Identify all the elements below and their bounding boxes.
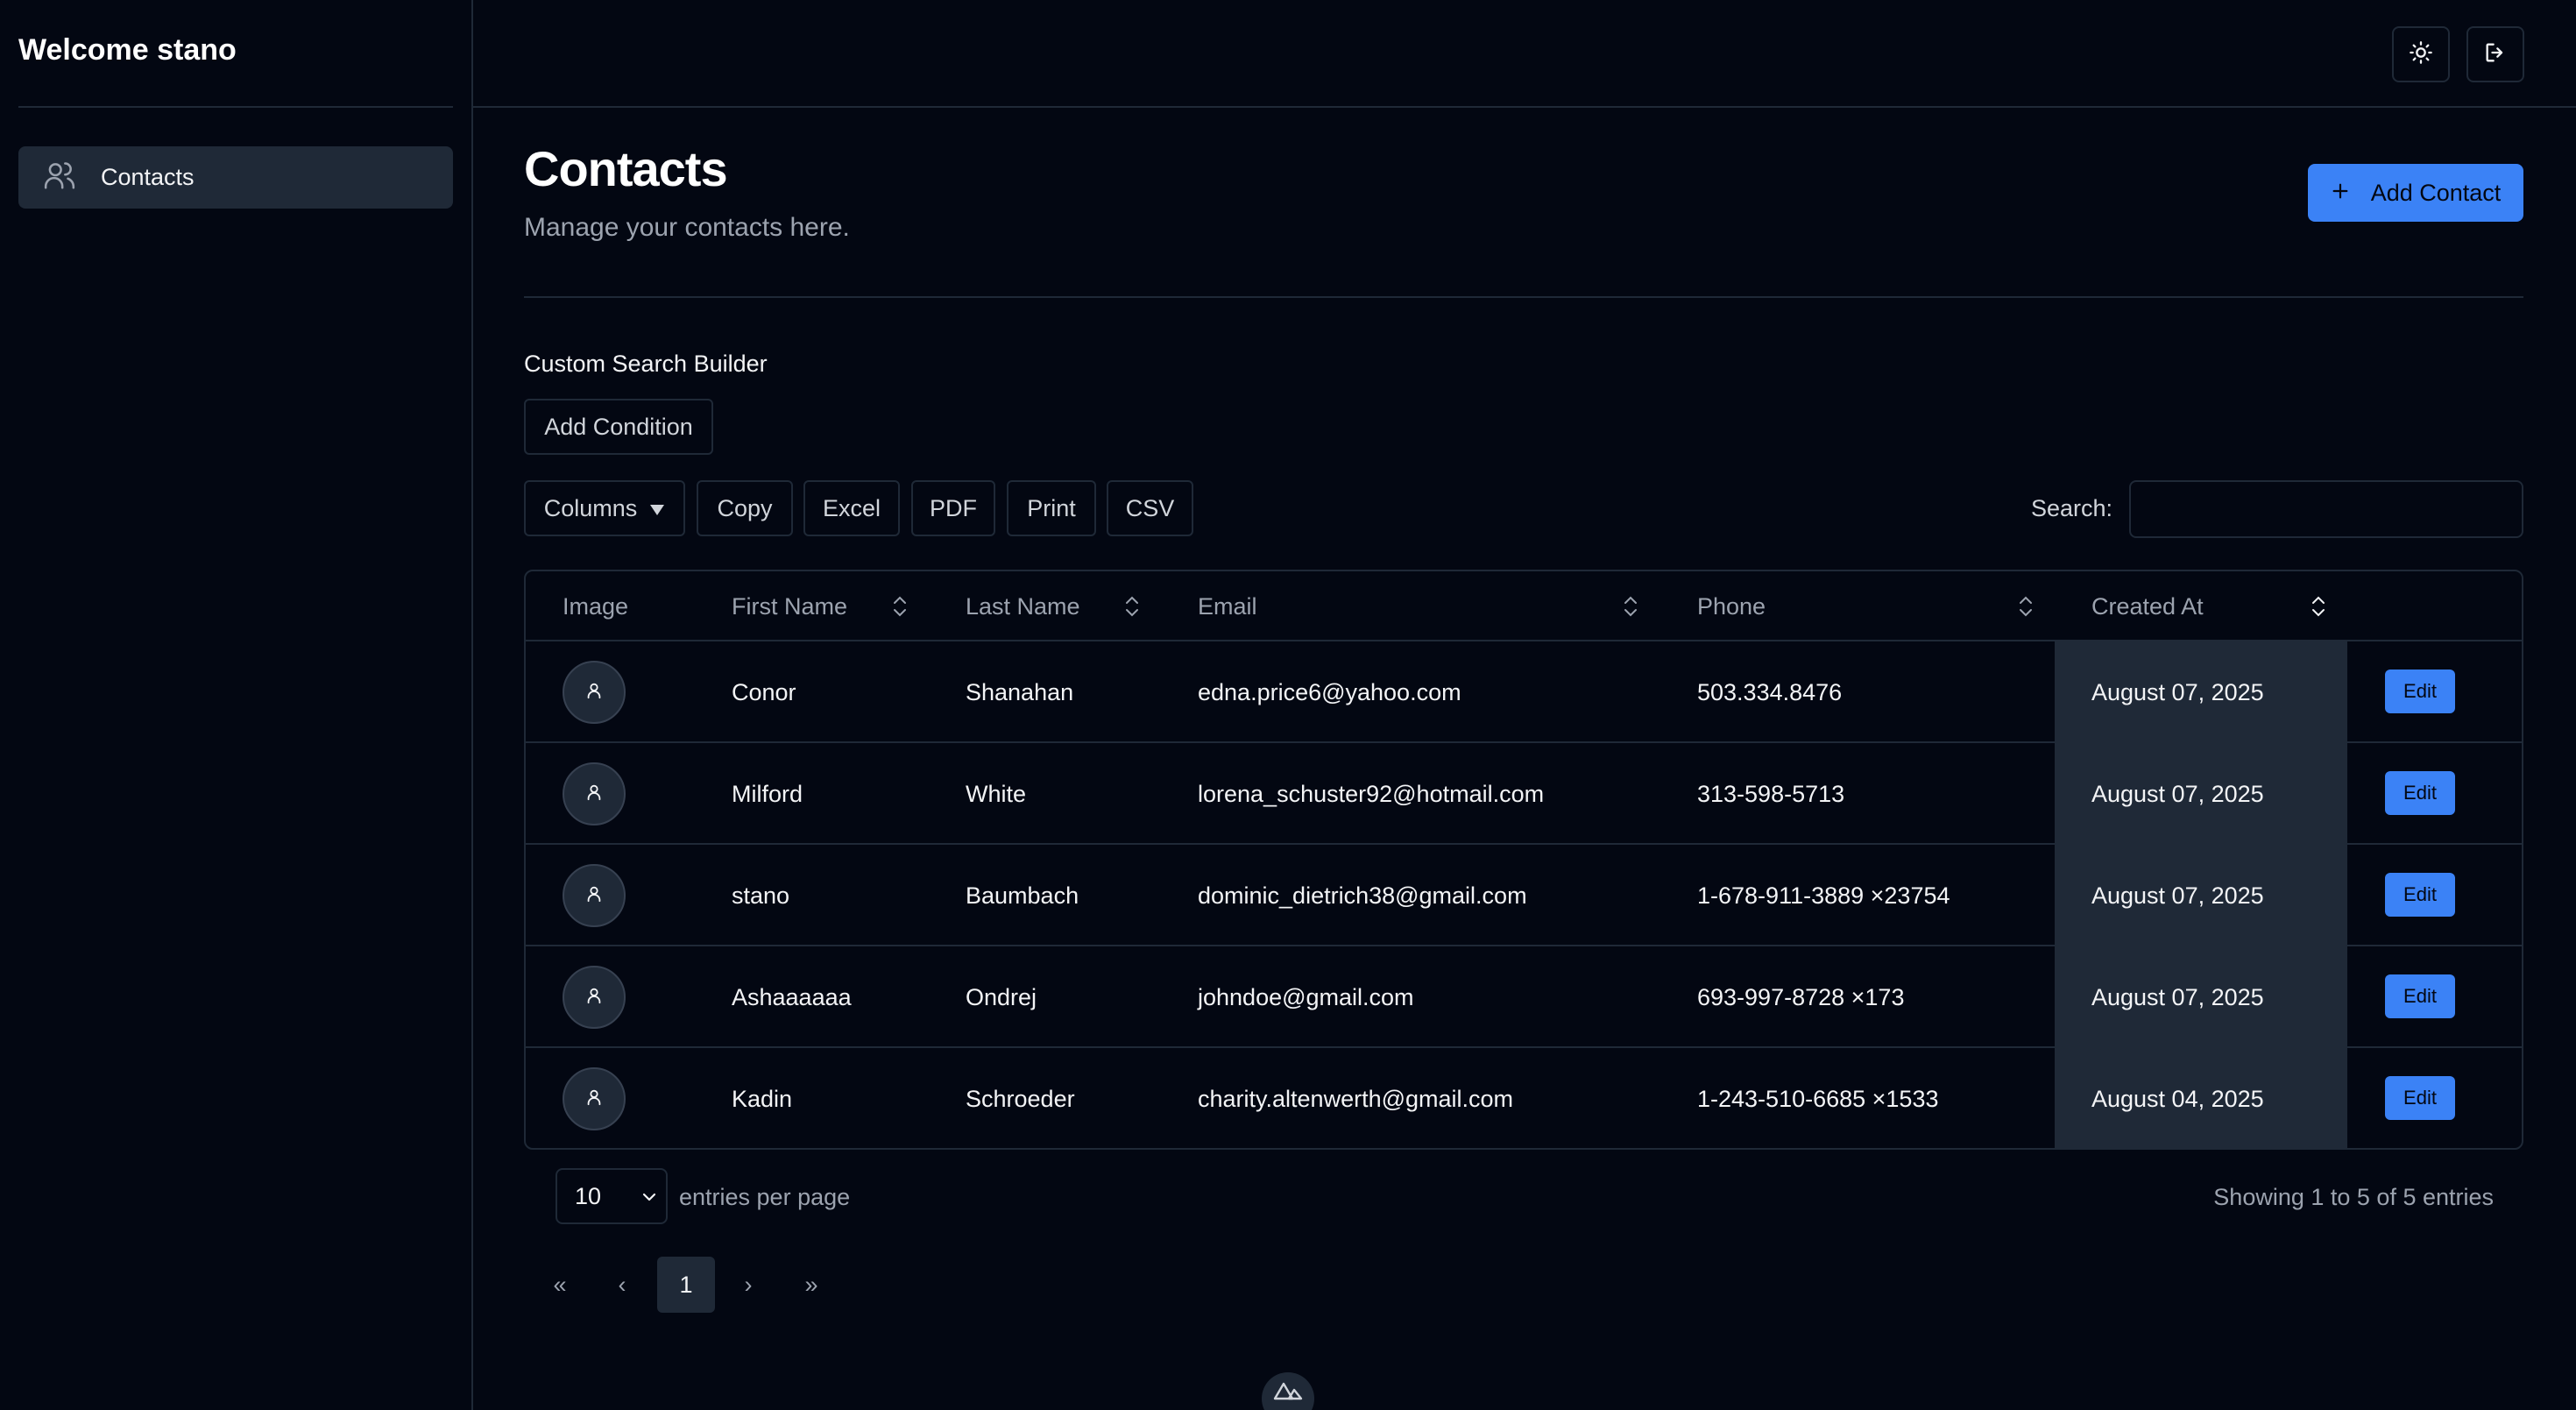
cell-phone: 693-997-8728 ×173 [1697,983,1905,1010]
columns-label: Columns [543,494,638,521]
user-icon [584,783,604,806]
cell-last-name: Baumbach [966,882,1079,909]
sort-icon[interactable] [892,595,908,618]
sidebar-divider [18,106,453,108]
excel-button[interactable]: Excel [803,480,900,536]
sidebar-item-label: Contacts [101,164,195,190]
cell-phone: 313-598-5713 [1697,780,1845,807]
edit-button[interactable]: Edit [2385,1076,2455,1120]
cell-phone: 1-678-911-3889 ×23754 [1697,882,1950,909]
add-contact-label: Add Contact [2370,179,2502,206]
pdf-button[interactable]: PDF [911,480,995,536]
cell-last-name: Schroeder [966,1085,1075,1112]
user-icon [584,681,604,705]
cell-phone: 503.334.8476 [1697,678,1843,705]
avatar [563,966,626,1029]
user-icon [584,986,604,1010]
cell-created-at: August 07, 2025 [2091,882,2264,909]
cell-email: charity.altenwerth@gmail.com [1198,1085,1514,1112]
topbar-divider [473,106,2576,108]
user-icon [584,1088,604,1111]
sun-icon [2409,40,2433,69]
cell-email: lorena_schuster92@hotmail.com [1198,780,1545,807]
logout-button[interactable] [2466,26,2524,82]
cell-first-name: Conor [732,678,796,705]
add-contact-button[interactable]: Add Contact [2308,164,2523,222]
avatar [563,864,626,927]
cell-last-name: Shanahan [966,678,1074,705]
per-page-select[interactable]: 10 [556,1168,668,1224]
cell-created-at: August 04, 2025 [2091,1085,2264,1112]
sort-icon[interactable] [1623,595,1638,618]
cell-first-name: Kadin [732,1085,793,1112]
cell-first-name: Ashaaaaaa [732,983,852,1010]
theme-toggle-button[interactable] [2392,26,2450,82]
edit-button[interactable]: Edit [2385,670,2455,713]
table-header: Image First Name Last Name Email Phone C… [526,571,2522,641]
per-page-value: 10 [575,1182,602,1209]
sidebar-item-contacts[interactable]: Contacts [18,146,453,209]
cell-created-at: August 07, 2025 [2091,780,2264,807]
cell-created-at: August 07, 2025 [2091,678,2264,705]
plus-icon [2331,180,2350,207]
table-row: Milford White lorena_schuster92@hotmail.… [526,743,2522,845]
add-condition-button[interactable]: Add Condition [524,399,713,455]
sort-icon[interactable] [2311,595,2326,618]
page-subtitle: Manage your contacts here. [524,213,850,242]
table-row: Kadin Schroeder charity.altenwerth@gmail… [526,1048,2522,1148]
logout-icon [2483,40,2508,69]
print-button[interactable]: Print [1007,480,1096,536]
header-first-name[interactable]: First Name [732,571,847,641]
page-title: Contacts [524,141,728,196]
edit-button[interactable]: Edit [2385,771,2455,815]
cell-email: edna.price6@yahoo.com [1198,678,1461,705]
cell-first-name: stano [732,882,790,909]
cell-first-name: Milford [732,780,803,807]
table-row: Ashaaaaaa Ondrej johndoe@gmail.com 693-9… [526,946,2522,1048]
table-row: stano Baumbach dominic_dietrich38@gmail.… [526,845,2522,946]
header-email[interactable]: Email [1198,571,1257,641]
table-row: Conor Shanahan edna.price6@yahoo.com 503… [526,641,2522,743]
search-builder-label: Custom Search Builder [524,351,768,377]
cell-phone: 1-243-510-6685 ×1533 [1697,1085,1939,1112]
cell-email: johndoe@gmail.com [1198,983,1414,1010]
caret-down-icon [649,495,665,522]
user-icon [584,884,604,908]
sort-icon[interactable] [1124,595,1140,618]
avatar [563,661,626,724]
users-icon [43,159,76,196]
pagination-last[interactable]: » [782,1257,840,1313]
edit-button[interactable]: Edit [2385,873,2455,917]
header-last-name[interactable]: Last Name [966,571,1080,641]
cell-last-name: White [966,780,1027,807]
search-input[interactable] [2129,480,2523,538]
header-phone[interactable]: Phone [1697,571,1766,641]
header-image: Image [563,592,629,620]
sidebar: Welcome stano Contacts [0,0,473,1410]
cell-created-at: August 07, 2025 [2091,983,2264,1010]
pagination-page-1[interactable]: 1 [657,1257,715,1313]
columns-button[interactable]: Columns [524,480,685,536]
avatar [563,762,626,825]
avatar [563,1067,626,1130]
entries-info: Showing 1 to 5 of 5 entries [2213,1184,2494,1210]
sidebar-title: Welcome stano [18,33,237,67]
contacts-table: Image First Name Last Name Email Phone C… [524,570,2523,1150]
pagination-prev[interactable]: ‹ [593,1257,651,1313]
edit-button[interactable]: Edit [2385,974,2455,1018]
csv-button[interactable]: CSV [1107,480,1193,536]
pagination-next[interactable]: › [719,1257,777,1313]
copy-button[interactable]: Copy [697,480,793,536]
cell-last-name: Ondrej [966,983,1037,1010]
header-created-at[interactable]: Created At [2091,571,2204,641]
per-page-label: entries per page [679,1184,851,1210]
search-label: Search: [2031,495,2113,521]
content-divider [524,296,2523,298]
sort-icon[interactable] [2018,595,2034,618]
pagination-first[interactable]: « [531,1257,589,1313]
cell-email: dominic_dietrich38@gmail.com [1198,882,1527,909]
nuxt-devtools-button[interactable] [1262,1372,1314,1410]
nuxt-logo-icon [1273,1381,1303,1405]
